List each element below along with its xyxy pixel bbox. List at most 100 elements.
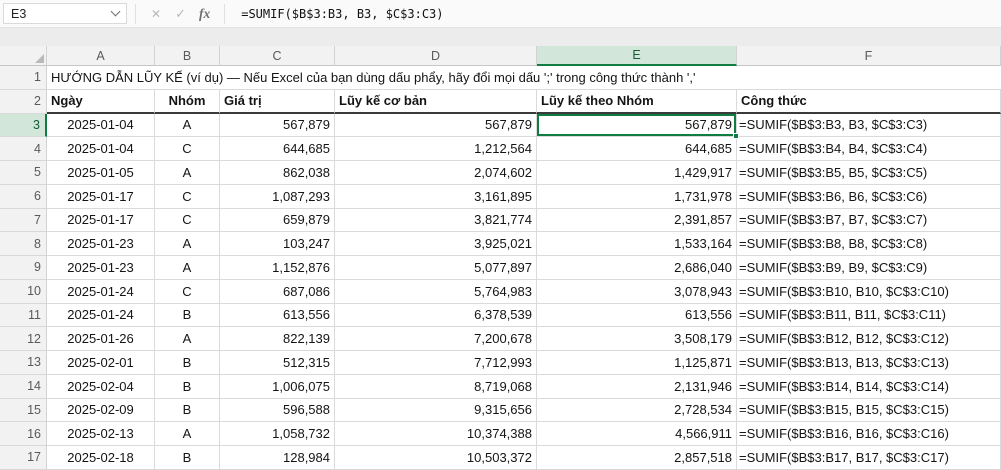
cell-A9[interactable]: 2025-01-23: [47, 256, 155, 280]
cell-F16[interactable]: =SUMIF($B$3:B16, B16, $C$3:C16): [737, 422, 1001, 446]
cell-D8[interactable]: 3,925,021: [335, 232, 537, 256]
cell-F14[interactable]: =SUMIF($B$3:B14, B14, $C$3:C14): [737, 375, 1001, 399]
cell-A3[interactable]: 2025-01-04: [47, 114, 155, 138]
cell-B13[interactable]: B: [155, 351, 220, 375]
cell-A1[interactable]: HƯỚNG DẪN LŨY KẾ (ví dụ) — Nếu Excel của…: [47, 66, 1001, 90]
cell-E5[interactable]: 1,429,917: [537, 161, 737, 185]
cell-E9[interactable]: 2,686,040: [537, 256, 737, 280]
enter-icon[interactable]: ✓: [168, 6, 193, 22]
cell-D3[interactable]: 567,879: [335, 114, 537, 138]
row-header-10[interactable]: 10: [0, 280, 47, 304]
row-header-2[interactable]: 2: [0, 90, 47, 114]
cell-D9[interactable]: 5,077,897: [335, 256, 537, 280]
row-header-4[interactable]: 4: [0, 137, 47, 161]
cell-C9[interactable]: 1,152,876: [220, 256, 335, 280]
cell-E12[interactable]: 3,508,179: [537, 327, 737, 351]
cell-A5[interactable]: 2025-01-05: [47, 161, 155, 185]
cell-B7[interactable]: C: [155, 209, 220, 233]
cell-F15[interactable]: =SUMIF($B$3:B15, B15, $C$3:C15): [737, 399, 1001, 423]
cell-F8[interactable]: =SUMIF($B$3:B8, B8, $C$3:C8): [737, 232, 1001, 256]
cell-B10[interactable]: C: [155, 280, 220, 304]
cell-A13[interactable]: 2025-02-01: [47, 351, 155, 375]
cell-E6[interactable]: 1,731,978: [537, 185, 737, 209]
cell-C11[interactable]: 613,556: [220, 304, 335, 328]
cell-E11[interactable]: 613,556: [537, 304, 737, 328]
row-header-8[interactable]: 8: [0, 232, 47, 256]
column-header-C[interactable]: C: [220, 46, 335, 66]
cell-D11[interactable]: 6,378,539: [335, 304, 537, 328]
cell-E10[interactable]: 3,078,943: [537, 280, 737, 304]
cell-D14[interactable]: 8,719,068: [335, 375, 537, 399]
row-header-15[interactable]: 15: [0, 399, 47, 423]
cell-B15[interactable]: B: [155, 399, 220, 423]
cell-D15[interactable]: 9,315,656: [335, 399, 537, 423]
cell-D2[interactable]: Lũy kế cơ bản: [335, 90, 537, 114]
cell-E15[interactable]: 2,728,534: [537, 399, 737, 423]
cell-C8[interactable]: 103,247: [220, 232, 335, 256]
cell-B11[interactable]: B: [155, 304, 220, 328]
cell-A10[interactable]: 2025-01-24: [47, 280, 155, 304]
row-header-5[interactable]: 5: [0, 161, 47, 185]
cell-C15[interactable]: 596,588: [220, 399, 335, 423]
cell-B8[interactable]: A: [155, 232, 220, 256]
cell-A17[interactable]: 2025-02-18: [47, 446, 155, 470]
cell-D16[interactable]: 10,374,388: [335, 422, 537, 446]
insert-function-icon[interactable]: fx: [193, 6, 216, 22]
cell-A8[interactable]: 2025-01-23: [47, 232, 155, 256]
cell-E14[interactable]: 2,131,946: [537, 375, 737, 399]
cell-F3[interactable]: =SUMIF($B$3:B3, B3, $C$3:C3): [737, 114, 1001, 138]
cell-F10[interactable]: =SUMIF($B$3:B10, B10, $C$3:C10): [737, 280, 1001, 304]
cell-E17[interactable]: 2,857,518: [537, 446, 737, 470]
cell-C10[interactable]: 687,086: [220, 280, 335, 304]
chevron-down-icon[interactable]: [111, 7, 121, 17]
cell-F2[interactable]: Công thức: [737, 90, 1001, 114]
cell-B17[interactable]: B: [155, 446, 220, 470]
cell-E16[interactable]: 4,566,911: [537, 422, 737, 446]
cell-E7[interactable]: 2,391,857: [537, 209, 737, 233]
formula-input[interactable]: =SUMIF($B$3:B3, B3, $C$3:C3): [233, 7, 1001, 21]
row-header-13[interactable]: 13: [0, 351, 47, 375]
cell-F17[interactable]: =SUMIF($B$3:B17, B17, $C$3:C17): [737, 446, 1001, 470]
cell-A7[interactable]: 2025-01-17: [47, 209, 155, 233]
cell-C7[interactable]: 659,879: [220, 209, 335, 233]
row-header-12[interactable]: 12: [0, 327, 47, 351]
cell-F11[interactable]: =SUMIF($B$3:B11, B11, $C$3:C11): [737, 304, 1001, 328]
name-box[interactable]: E3: [3, 3, 127, 24]
row-header-7[interactable]: 7: [0, 209, 47, 233]
cell-C16[interactable]: 1,058,732: [220, 422, 335, 446]
cell-D13[interactable]: 7,712,993: [335, 351, 537, 375]
cell-A15[interactable]: 2025-02-09: [47, 399, 155, 423]
cell-C4[interactable]: 644,685: [220, 137, 335, 161]
cell-F9[interactable]: =SUMIF($B$3:B9, B9, $C$3:C9): [737, 256, 1001, 280]
cell-D12[interactable]: 7,200,678: [335, 327, 537, 351]
row-header-3[interactable]: 3: [0, 114, 47, 138]
column-header-A[interactable]: A: [47, 46, 155, 66]
row-header-16[interactable]: 16: [0, 422, 47, 446]
cell-B3[interactable]: A: [155, 114, 220, 138]
cell-A14[interactable]: 2025-02-04: [47, 375, 155, 399]
row-header-1[interactable]: 1: [0, 66, 47, 90]
cell-E2[interactable]: Lũy kế theo Nhóm: [537, 90, 737, 114]
row-header-11[interactable]: 11: [0, 304, 47, 328]
cell-F12[interactable]: =SUMIF($B$3:B12, B12, $C$3:C12): [737, 327, 1001, 351]
cell-E3[interactable]: 567,879: [537, 114, 737, 138]
cell-E8[interactable]: 1,533,164: [537, 232, 737, 256]
column-header-D[interactable]: D: [335, 46, 537, 66]
cell-D6[interactable]: 3,161,895: [335, 185, 537, 209]
cell-C6[interactable]: 1,087,293: [220, 185, 335, 209]
cell-E13[interactable]: 1,125,871: [537, 351, 737, 375]
cell-B5[interactable]: A: [155, 161, 220, 185]
cell-B2[interactable]: Nhóm: [155, 90, 220, 114]
cell-B14[interactable]: B: [155, 375, 220, 399]
cell-F4[interactable]: =SUMIF($B$3:B4, B4, $C$3:C4): [737, 137, 1001, 161]
cell-C13[interactable]: 512,315: [220, 351, 335, 375]
cell-F6[interactable]: =SUMIF($B$3:B6, B6, $C$3:C6): [737, 185, 1001, 209]
cell-F7[interactable]: =SUMIF($B$3:B7, B7, $C$3:C7): [737, 209, 1001, 233]
cell-A11[interactable]: 2025-01-24: [47, 304, 155, 328]
cell-F5[interactable]: =SUMIF($B$3:B5, B5, $C$3:C5): [737, 161, 1001, 185]
cell-B4[interactable]: C: [155, 137, 220, 161]
column-header-E[interactable]: E: [537, 46, 737, 66]
row-header-9[interactable]: 9: [0, 256, 47, 280]
cell-A4[interactable]: 2025-01-04: [47, 137, 155, 161]
cell-C3[interactable]: 567,879: [220, 114, 335, 138]
